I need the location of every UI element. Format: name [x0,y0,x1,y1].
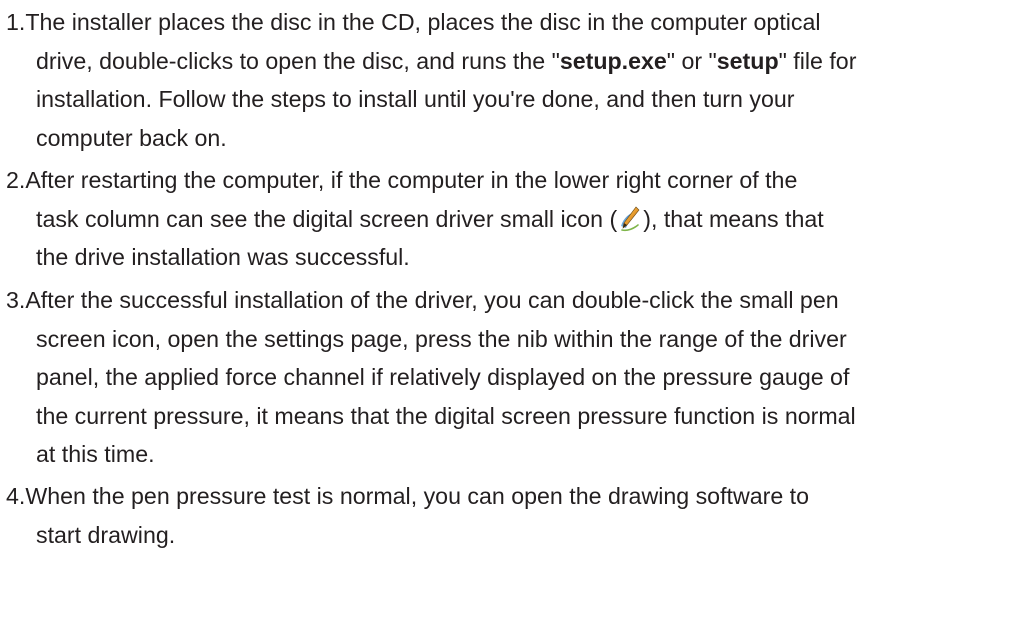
step-2-number: 2. [6,167,26,193]
pen-screen-driver-icon [618,204,642,234]
step-3-line-3: panel, the applied force channel if rela… [36,364,850,391]
step-1-line-3: installation. Follow the steps to instal… [36,86,795,113]
step-1-text-2c: " file for [778,47,857,74]
step-2-line-1: 2.After restarting the computer, if the … [0,161,1013,200]
step-3-line-4: the current pressure, it means that the … [36,402,856,429]
setup-filename: setup [716,47,779,74]
step-1-text-2a: drive, double-clicks to open the disc, a… [36,47,560,74]
step-3: 3.After the successful installation of t… [0,281,1013,474]
step-3-number: 3. [6,287,26,313]
step-1-text-2b: " or " [666,47,717,74]
step-4-line-1: 4.When the pen pressure test is normal, … [0,477,1013,516]
step-1-line-4: computer back on. [36,124,227,151]
step-3-line-5: at this time. [36,441,155,468]
step-2-line-2: task column can see the digital screen d… [0,200,1013,239]
step-1-text-1: The installer places the disc in the CD,… [25,9,821,35]
step-1-number: 1. [6,9,26,35]
step-3-line-1: 3.After the successful installation of t… [0,281,1013,320]
step-4-number: 4. [6,483,26,509]
step-3-line-2: screen icon, open the settings page, pre… [36,325,847,352]
step-4-text-1: When the pen pressure test is normal, yo… [25,483,809,509]
step-2: 2.After restarting the computer, if the … [0,161,1013,277]
step-2-text-1: After restarting the computer, if the co… [25,167,798,193]
step-1-line-2: drive, double-clicks to open the disc, a… [0,42,1013,81]
step-4: 4.When the pen pressure test is normal, … [0,477,1013,554]
step-1: 1.The installer places the disc in the C… [0,3,1013,157]
step-4-line-2: start drawing. [36,521,176,548]
step-3-text-1: After the successful installation of the… [25,287,839,313]
step-1-line-1: 1.The installer places the disc in the C… [0,3,1013,42]
step-2-text-2a: task column can see the digital screen d… [36,205,618,232]
setup-exe-filename: setup.exe [559,47,667,74]
instruction-document: 1.The installer places the disc in the C… [0,0,1013,625]
step-2-text-2b: ), that means that [643,205,824,232]
step-2-line-3: the drive installation was successful. [36,244,410,271]
